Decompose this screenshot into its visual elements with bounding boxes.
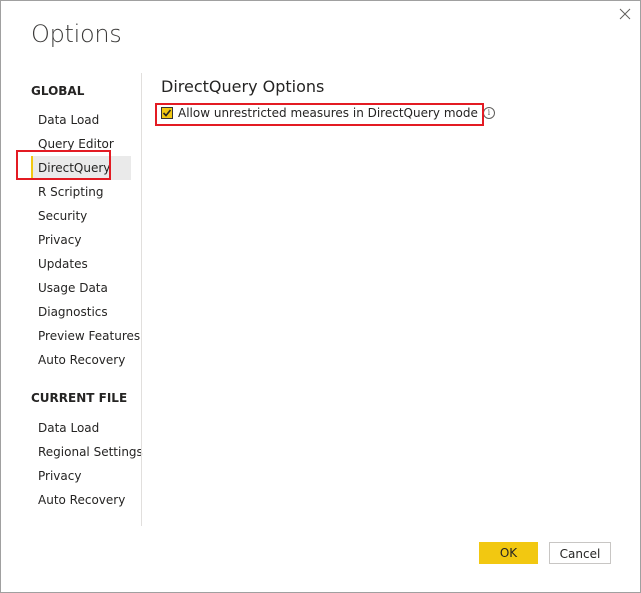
- sidebar-item-diagnostics[interactable]: Diagnostics: [31, 300, 131, 324]
- cancel-button[interactable]: Cancel: [549, 542, 611, 564]
- unrestricted-measures-checkbox[interactable]: [161, 107, 173, 119]
- unrestricted-measures-option[interactable]: Allow unrestricted measures in DirectQue…: [161, 104, 495, 122]
- sidebar-item-file-privacy[interactable]: Privacy: [31, 464, 131, 488]
- sidebar-item-global-auto-recovery[interactable]: Auto Recovery: [31, 348, 131, 372]
- sidebar-item-directquery[interactable]: DirectQuery: [31, 156, 131, 180]
- checkmark-icon: [162, 109, 172, 117]
- current-file-section-header: CURRENT FILE: [31, 391, 128, 405]
- ok-button[interactable]: OK: [479, 542, 538, 564]
- sidebar-item-security[interactable]: Security: [31, 204, 131, 228]
- content-title: DirectQuery Options: [161, 77, 325, 96]
- dialog-title: Options: [31, 20, 122, 48]
- sidebar-item-query-editor[interactable]: Query Editor: [31, 132, 131, 156]
- close-icon[interactable]: [616, 5, 634, 23]
- sidebar-item-updates[interactable]: Updates: [31, 252, 131, 276]
- sidebar-item-global-privacy[interactable]: Privacy: [31, 228, 131, 252]
- sidebar-item-regional-settings[interactable]: Regional Settings: [31, 440, 143, 464]
- sidebar-item-usage-data[interactable]: Usage Data: [31, 276, 131, 300]
- options-dialog: Options GLOBAL Data Load Query Editor Di…: [0, 0, 641, 593]
- sidebar-item-file-auto-recovery[interactable]: Auto Recovery: [31, 488, 131, 512]
- sidebar-divider: [141, 73, 142, 526]
- sidebar-item-r-scripting[interactable]: R Scripting: [31, 180, 131, 204]
- global-section-header: GLOBAL: [31, 84, 85, 98]
- sidebar-item-preview-features[interactable]: Preview Features: [31, 324, 140, 348]
- unrestricted-measures-label: Allow unrestricted measures in DirectQue…: [178, 106, 478, 120]
- sidebar-item-global-data-load[interactable]: Data Load: [31, 108, 131, 132]
- sidebar-item-file-data-load[interactable]: Data Load: [31, 416, 131, 440]
- info-icon[interactable]: i: [482, 107, 495, 119]
